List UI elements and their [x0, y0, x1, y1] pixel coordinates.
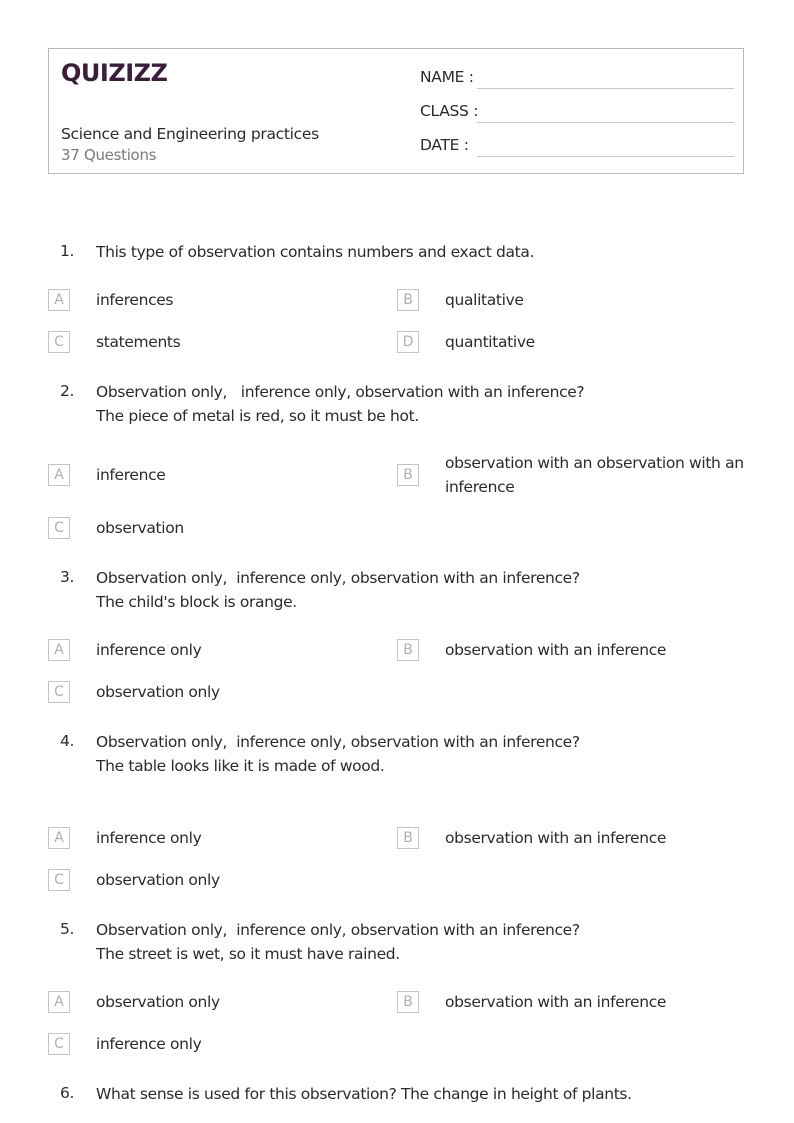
question-text: Observation only, inference only, observ… — [96, 733, 580, 775]
option-text: observation with an inference — [445, 993, 667, 1011]
name-field[interactable]: NAME : — [420, 68, 734, 92]
question-number: 2. — [60, 382, 75, 400]
option-letter-box: D — [397, 331, 419, 353]
option-letter-box: B — [397, 289, 419, 311]
date-label: DATE : — [420, 136, 469, 154]
question-number: 1. — [60, 242, 75, 260]
name-label: NAME : — [420, 68, 474, 86]
question-text: What sense is used for this observation?… — [96, 1085, 632, 1103]
option-letter-box: B — [397, 464, 419, 486]
option-letter-box: B — [397, 827, 419, 849]
option-text: qualitative — [445, 291, 524, 309]
option-letter-box: C — [48, 681, 70, 703]
option-text: inference only — [96, 641, 202, 659]
option-text: observation with an observation with an … — [445, 454, 744, 496]
class-label: CLASS : — [420, 102, 479, 120]
question-text: Observation only, inference only, observ… — [96, 921, 580, 963]
question-text: This type of observation contains number… — [96, 243, 535, 261]
option-text: observation with an inference — [445, 829, 667, 847]
question-number: 6. — [60, 1084, 75, 1102]
worksheet-header: QUIZIZZ Science and Engineering practice… — [48, 48, 744, 174]
date-field[interactable]: DATE : — [420, 136, 734, 160]
option-text: inferences — [96, 291, 174, 309]
option-letter-box: A — [48, 827, 70, 849]
question-number: 3. — [60, 568, 75, 586]
name-line[interactable] — [477, 88, 734, 89]
question-number: 4. — [60, 732, 75, 750]
option-text: observation — [96, 519, 184, 537]
option-text: quantitative — [445, 333, 535, 351]
option-text: observation with an inference — [445, 641, 667, 659]
option-letter-box: A — [48, 991, 70, 1013]
option-text: inference only — [96, 829, 202, 847]
class-line[interactable] — [477, 122, 734, 123]
option-text: observation only — [96, 993, 220, 1011]
option-text: inference — [96, 466, 166, 484]
option-letter-box: C — [48, 869, 70, 891]
option-text: observation only — [96, 683, 220, 701]
worksheet-title: Science and Engineering practices — [61, 125, 319, 143]
option-text: inference only — [96, 1035, 202, 1053]
quizizz-logo: QUIZIZZ — [61, 59, 168, 87]
date-line[interactable] — [477, 156, 734, 157]
question-text: Observation only, inference only, observ… — [96, 569, 580, 611]
option-letter-box: C — [48, 517, 70, 539]
question-count: 37 Questions — [61, 146, 157, 164]
option-letter-box: C — [48, 1033, 70, 1055]
option-letter-box: A — [48, 639, 70, 661]
option-letter-box: C — [48, 331, 70, 353]
question-text: Observation only, inference only, observ… — [96, 383, 585, 425]
option-text: observation only — [96, 871, 220, 889]
option-letter-box: A — [48, 289, 70, 311]
option-letter-box: A — [48, 464, 70, 486]
question-number: 5. — [60, 920, 75, 938]
option-letter-box: B — [397, 991, 419, 1013]
option-letter-box: B — [397, 639, 419, 661]
class-field[interactable]: CLASS : — [420, 102, 734, 126]
option-text: statements — [96, 333, 181, 351]
